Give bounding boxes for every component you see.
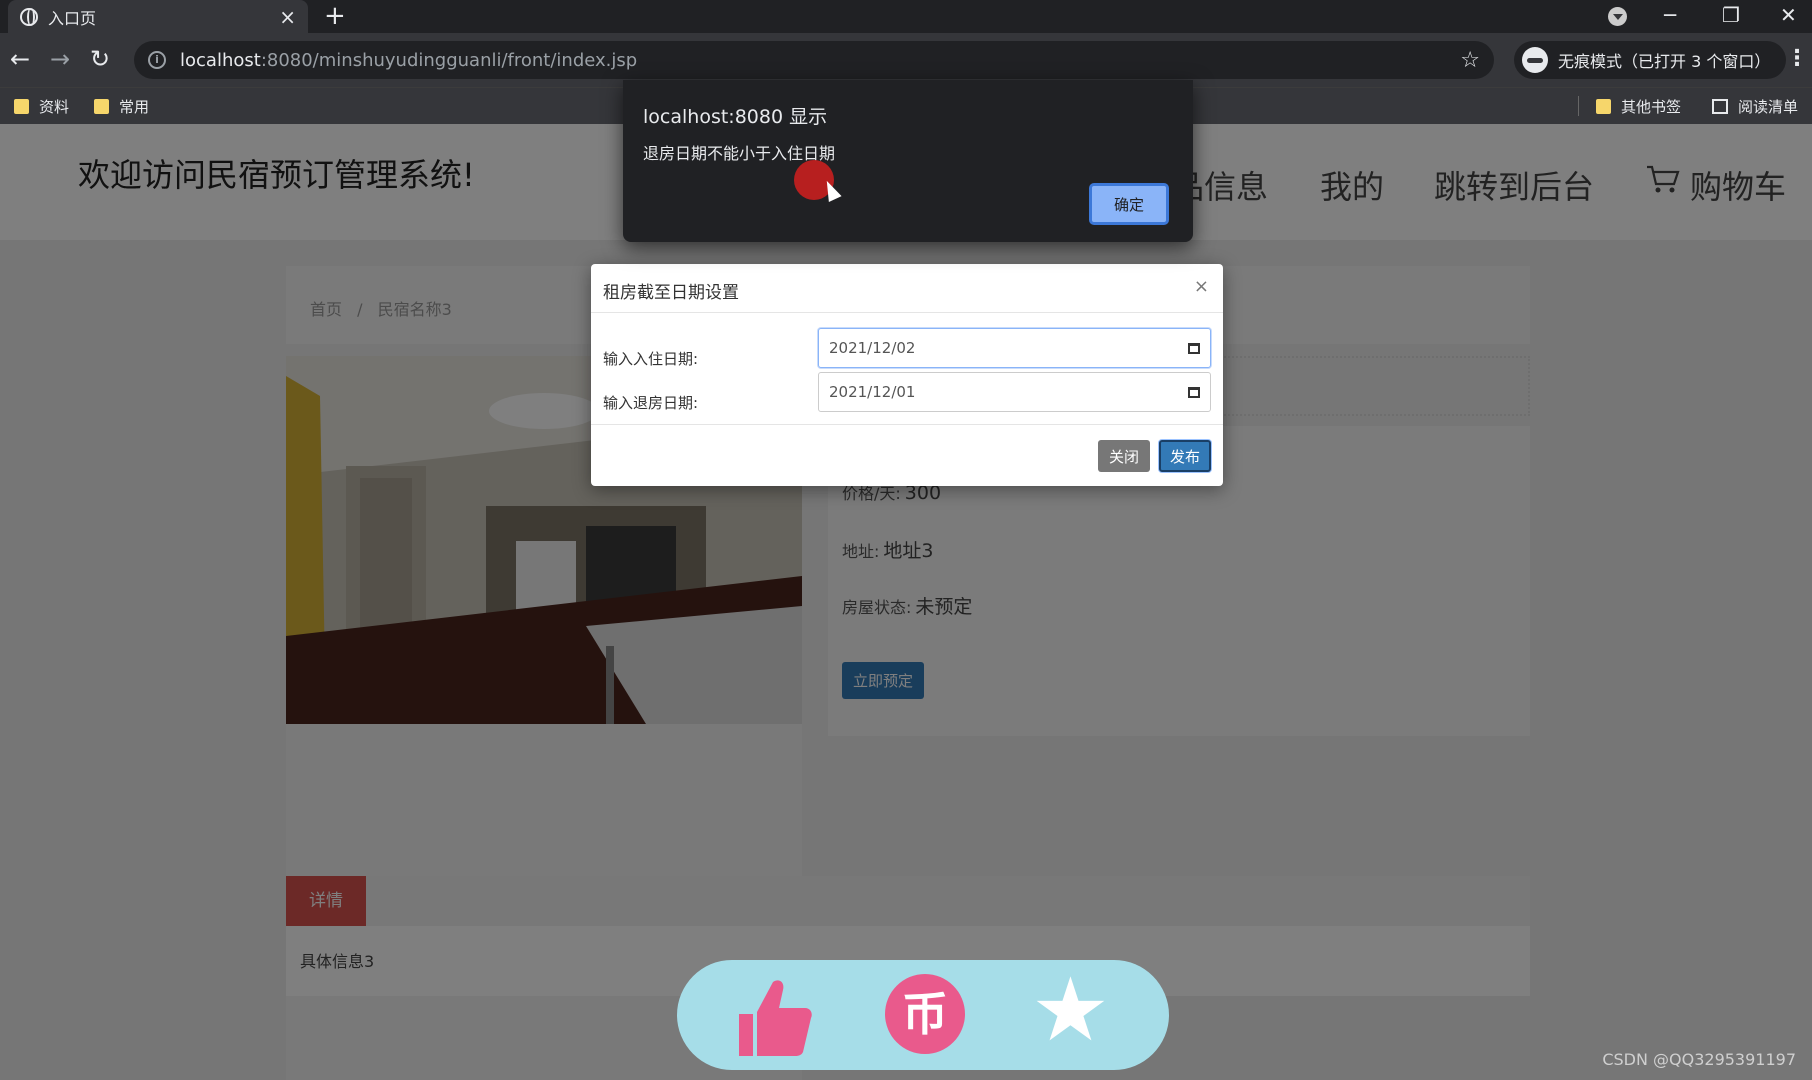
bookmark-folder-2[interactable]: 常用: [94, 96, 149, 117]
back-icon[interactable]: ←: [10, 45, 30, 73]
coin-icon[interactable]: 币: [885, 974, 965, 1054]
alert-title: localhost:8080 显示: [643, 106, 828, 128]
incognito-indicator[interactable]: 无痕模式（已打开 3 个窗口）: [1514, 41, 1787, 79]
menu-icon[interactable]: ⋮: [1786, 45, 1808, 73]
bookmark-label: 常用: [119, 98, 150, 116]
action-bar: 币 ★: [677, 960, 1169, 1070]
checkin-date-input[interactable]: 2021/12/02: [818, 328, 1211, 368]
calendar-icon[interactable]: [1188, 342, 1200, 354]
incognito-label: 无痕模式（已打开 3 个窗口）: [1558, 52, 1771, 71]
url-host: localhost: [180, 49, 261, 71]
folder-icon: [94, 99, 109, 114]
window-close-icon[interactable]: ✕: [1780, 3, 1797, 27]
checkout-date-input[interactable]: 2021/12/01: [818, 372, 1211, 412]
modal-close-button[interactable]: 关闭: [1098, 440, 1150, 472]
checkout-date-value: 2021/12/01: [829, 383, 916, 401]
thumbs-up-icon[interactable]: [735, 976, 813, 1058]
info-icon[interactable]: i: [148, 51, 166, 69]
tab-close-button[interactable]: ×: [279, 5, 296, 29]
folder-icon: [1596, 99, 1611, 114]
browser-alert-dialog: localhost:8080 显示 退房日期不能小于入住日期 确定: [623, 80, 1193, 242]
browser-tab-bar: 入口页 × + ─ ❐ ✕: [0, 0, 1812, 33]
bookmark-star-icon[interactable]: ☆: [1460, 48, 1480, 73]
modal-header-divider: [591, 312, 1223, 313]
url-path: :8080/minshuyudingguanli/front/index.jsp: [260, 49, 638, 71]
incognito-icon: [1522, 47, 1548, 73]
tab-search-icon[interactable]: [1608, 7, 1627, 26]
date-settings-modal: 租房截至日期设置 × 输入入住日期: 2021/12/02 输入退房日期: 20…: [591, 264, 1223, 486]
checkin-date-value: 2021/12/02: [829, 339, 916, 357]
address-bar[interactable]: i localhost:8080/minshuyudingguanli/fron…: [134, 41, 1494, 79]
tab-title: 入口页: [48, 8, 97, 28]
publish-button[interactable]: 发布: [1159, 440, 1211, 472]
new-tab-button[interactable]: +: [324, 2, 346, 30]
bookmark-divider: [1578, 96, 1579, 116]
reading-list[interactable]: 阅读清单: [1712, 96, 1798, 117]
alert-ok-button[interactable]: 确定: [1089, 183, 1169, 225]
checkout-label: 输入退房日期:: [603, 394, 699, 412]
folder-icon: [14, 99, 29, 114]
reload-icon[interactable]: ↻: [90, 45, 110, 73]
modal-title: 租房截至日期设置: [603, 283, 739, 303]
bookmark-label: 资料: [39, 98, 70, 116]
bookmark-folder-1[interactable]: 资料: [14, 96, 69, 117]
forward-icon[interactable]: →: [50, 45, 70, 73]
checkin-label: 输入入住日期:: [603, 350, 699, 368]
modal-footer-divider: [591, 424, 1223, 425]
browser-toolbar: ← → ↻ i localhost:8080/minshuyudingguanl…: [0, 33, 1812, 87]
globe-icon: [20, 7, 38, 26]
star-icon[interactable]: ★: [1031, 966, 1110, 1054]
reading-list-label: 阅读清单: [1738, 98, 1799, 116]
other-bookmarks-label: 其他书签: [1621, 98, 1682, 116]
calendar-icon[interactable]: [1188, 386, 1200, 398]
other-bookmarks[interactable]: 其他书签: [1596, 96, 1681, 117]
browser-tab[interactable]: 入口页 ×: [8, 0, 308, 33]
restore-icon[interactable]: ❐: [1722, 3, 1740, 27]
minimize-icon[interactable]: ─: [1664, 3, 1676, 27]
watermark: CSDN @QQ3295391197: [1602, 1050, 1796, 1069]
modal-close-icon[interactable]: ×: [1194, 276, 1209, 297]
reading-list-icon: [1712, 99, 1728, 114]
